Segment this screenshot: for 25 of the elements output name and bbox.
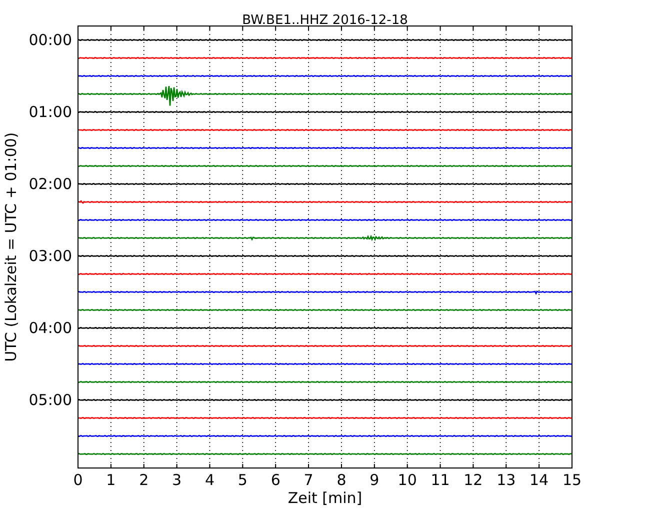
- y-tick-label: 02:00: [28, 175, 72, 193]
- x-tick-label: 4: [204, 471, 214, 489]
- x-axis-label: Zeit [min]: [288, 489, 362, 507]
- x-tick-label: 6: [270, 471, 280, 489]
- x-tick-label: 14: [530, 471, 549, 489]
- x-tick-label: 2: [139, 471, 149, 489]
- x-tick-label: 3: [172, 471, 182, 489]
- x-tick-label: 11: [430, 471, 450, 489]
- y-tick-label: 05:00: [28, 391, 72, 409]
- x-tick-label: 9: [370, 471, 380, 489]
- y-tick-label: 01:00: [28, 103, 72, 121]
- x-tick-label: 10: [398, 471, 417, 489]
- x-tick-label: 13: [496, 471, 516, 489]
- x-tick-label: 8: [336, 471, 346, 489]
- x-tick-label: 15: [562, 471, 582, 489]
- x-tick-label: 7: [304, 471, 314, 489]
- y-tick-label: 00:00: [28, 31, 72, 49]
- x-tick-label: 5: [238, 471, 248, 489]
- x-tick-label: 12: [464, 471, 483, 489]
- x-tick-label: 1: [106, 471, 116, 489]
- y-tick-label: 04:00: [28, 319, 72, 337]
- chart-title: BW.BE1..HHZ 2016-12-18: [242, 13, 408, 28]
- y-tick-label: 03:00: [28, 247, 72, 265]
- x-tick-label: 0: [73, 471, 83, 489]
- y-axis-label: UTC (Lokalzeit = UTC + 01:00): [2, 132, 20, 362]
